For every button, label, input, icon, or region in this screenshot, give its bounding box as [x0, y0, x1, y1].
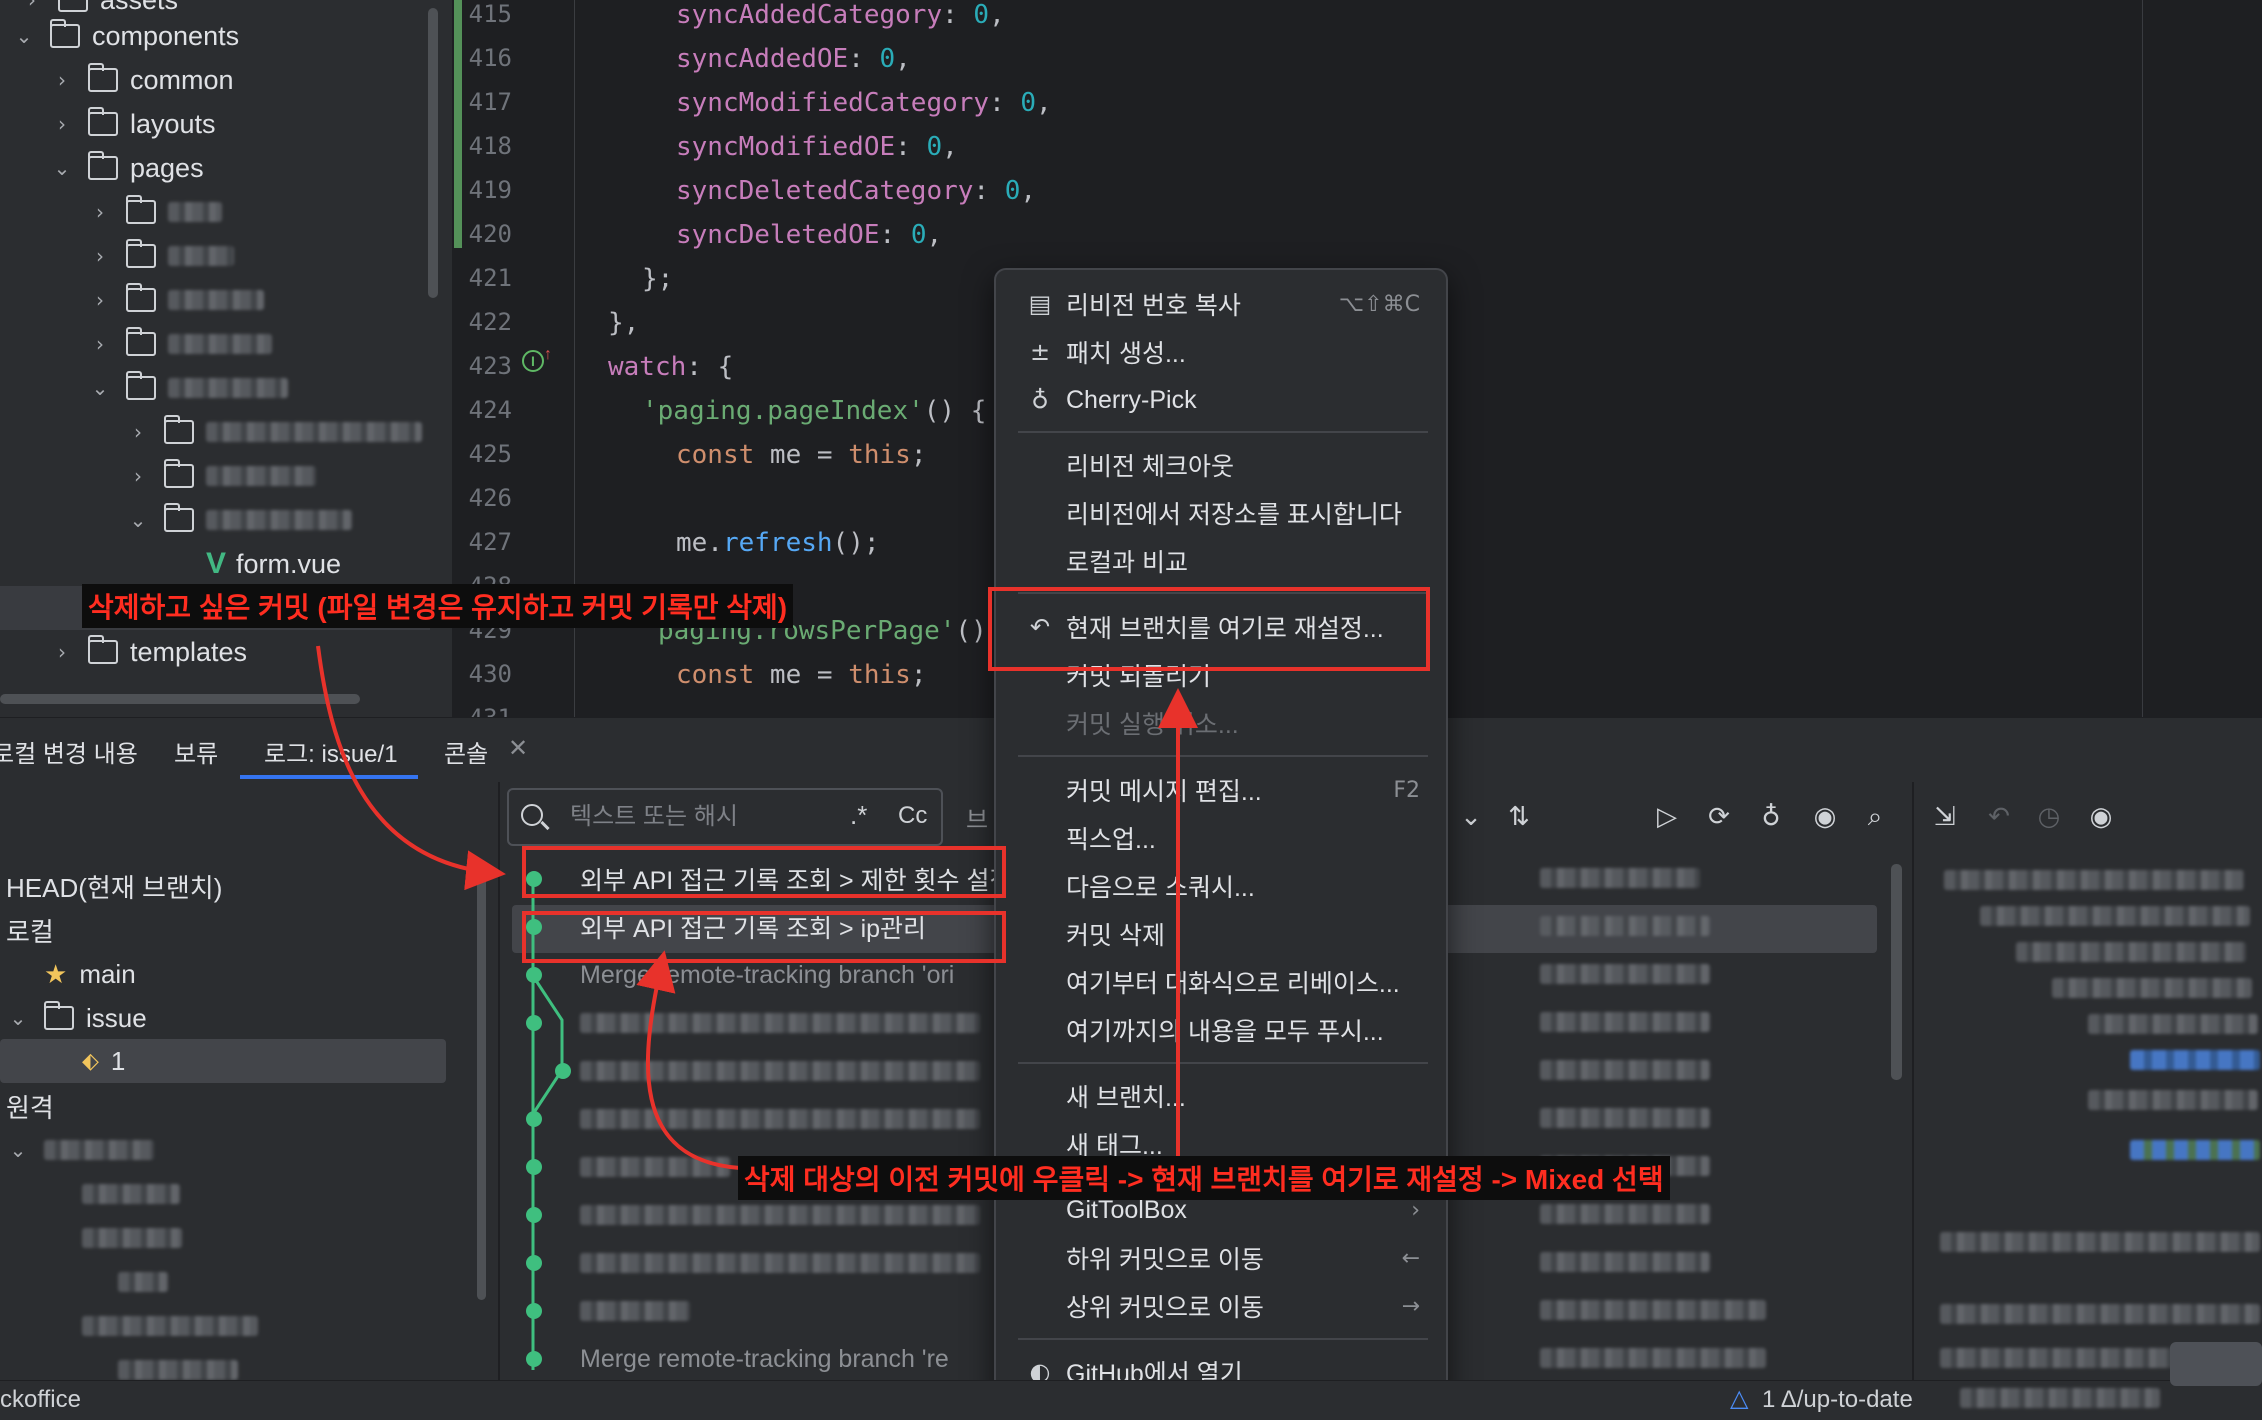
annotation-instruction: 삭제 대상의 이전 커밋에 우클릭 -> 현재 브랜치를 여기로 재설정 -> …: [738, 1156, 1670, 1200]
arrow-to-previous-commit: [636, 950, 741, 1170]
annotation-commit-to-delete: 삭제하고 싶은 커밋 (파일 변경은 유지하고 커밋 기록만 삭제): [82, 584, 794, 628]
arrow-to-target-commit: [316, 645, 506, 891]
annotation-arrows: [316, 645, 1198, 1170]
